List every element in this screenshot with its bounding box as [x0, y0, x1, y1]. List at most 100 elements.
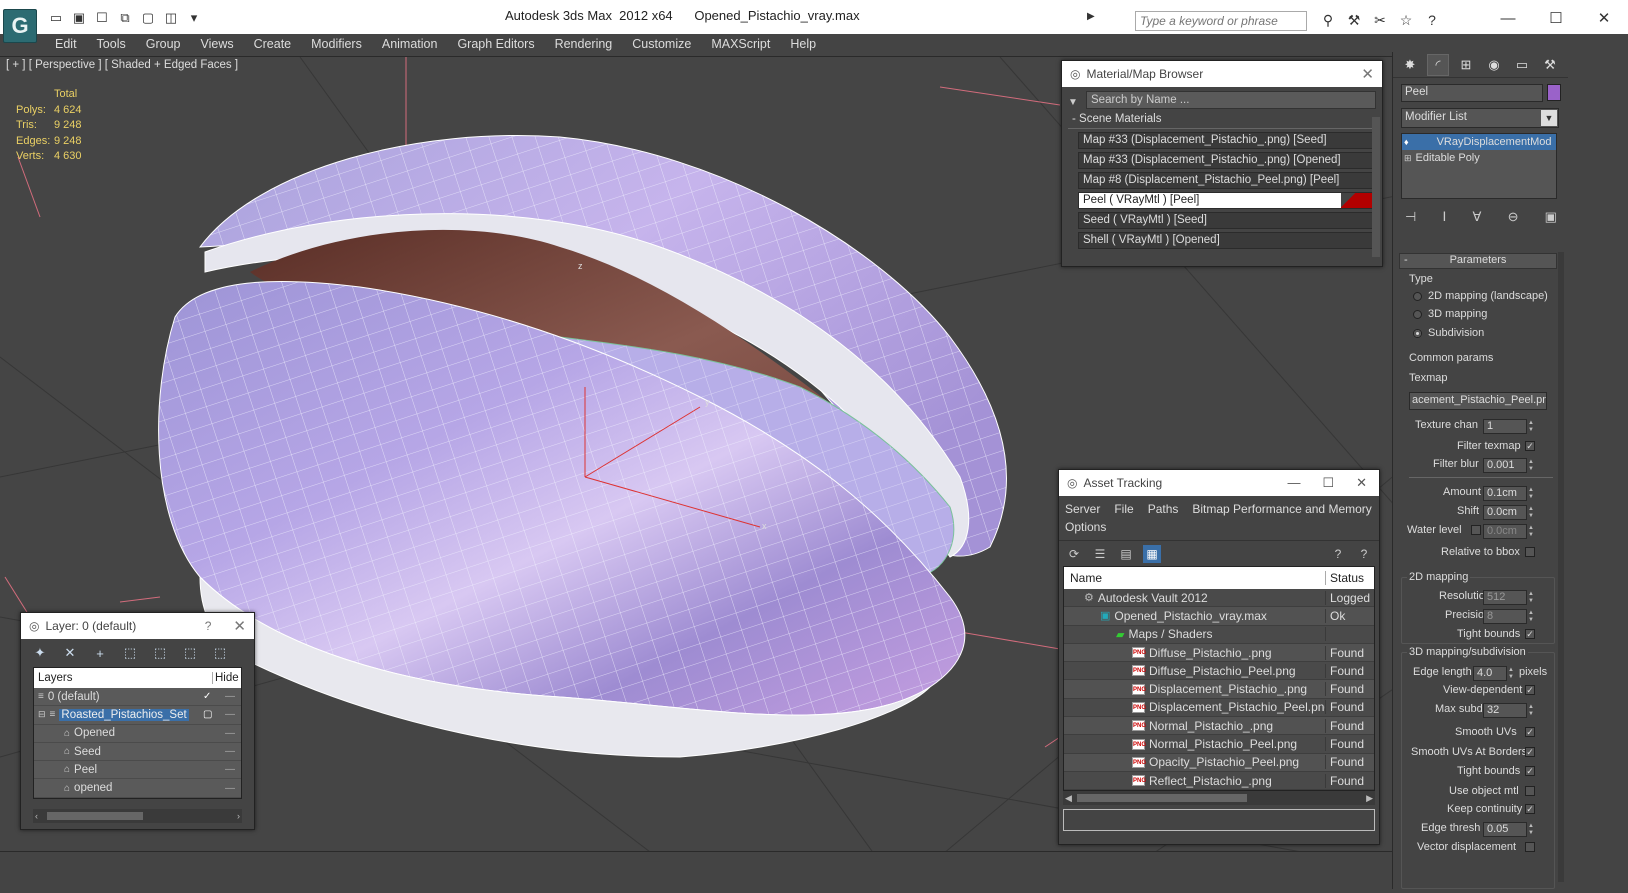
modify-tab-icon[interactable]: ◜	[1427, 53, 1449, 76]
options-dropdown-icon[interactable]: ▼	[1068, 97, 1078, 108]
radio-3d-mapping[interactable]: 3D mapping	[1413, 308, 1487, 320]
material-scrollbar[interactable]	[1372, 117, 1380, 257]
favorites-icon[interactable]: ☆	[1396, 10, 1416, 30]
freeze-all-icon[interactable]: ⬚	[211, 644, 229, 662]
vector-displacement-checkbox[interactable]	[1525, 842, 1535, 852]
material-item[interactable]: Map #33 (Displacement_Pistachio_.png) [O…	[1078, 152, 1374, 169]
material-search-input[interactable]: Search by Name ...	[1086, 91, 1376, 109]
asset-row[interactable]: PNG Displacement_Pistachio_Peel.png Found	[1064, 699, 1374, 718]
asset-row[interactable]: ▰ Maps / Shaders	[1064, 626, 1374, 644]
table-view-icon[interactable]: ▦	[1143, 544, 1161, 563]
undo-icon[interactable]: ◫	[161, 9, 181, 27]
stack-item-editable-poly[interactable]: ⊞ Editable Poly	[1402, 150, 1556, 166]
layer-row[interactable]: ⌂ Opened —	[34, 724, 241, 743]
object-color-swatch[interactable]	[1547, 84, 1561, 101]
dropdown-icon[interactable]: ▾	[184, 9, 204, 27]
hide-toggle[interactable]: —	[225, 691, 235, 702]
water-level-checkbox[interactable]	[1471, 525, 1481, 535]
menu-help[interactable]: Help	[783, 34, 829, 56]
list-view-icon[interactable]: ☰	[1091, 545, 1109, 563]
close-icon[interactable]: ✕	[233, 617, 246, 635]
modifier-list-dropdown[interactable]: Modifier List ▼	[1401, 108, 1559, 128]
column-name[interactable]: Name	[1064, 571, 1326, 585]
texture-chan-spinner[interactable]: 1	[1483, 419, 1536, 434]
radio-subdivision[interactable]: Subdivision	[1413, 327, 1484, 339]
material-item[interactable]: Map #8 (Displacement_Pistachio_Peel.png)…	[1078, 172, 1374, 189]
object-name-field[interactable]: Peel	[1401, 84, 1543, 102]
scroll-left-icon[interactable]: ‹	[35, 811, 38, 821]
smooth-uvs-borders-checkbox[interactable]: ✓	[1525, 747, 1535, 757]
asset-row[interactable]: PNG Reflect_Pistachio_.png Found	[1064, 772, 1374, 791]
maximize-button[interactable]: ☐	[1532, 5, 1580, 31]
thumbnail-view-icon[interactable]: ▤	[1117, 545, 1135, 563]
relative-bbox-checkbox[interactable]	[1525, 547, 1535, 557]
menu-edit[interactable]: Edit	[48, 34, 90, 56]
radio-2d-mapping[interactable]: 2D mapping (landscape)	[1413, 290, 1548, 302]
minimize-button[interactable]: —	[1484, 5, 1532, 31]
column-status[interactable]: Status	[1326, 571, 1374, 585]
lightbulb-icon[interactable]: ♦	[1404, 137, 1409, 147]
menu-views[interactable]: Views	[193, 34, 246, 56]
save-icon[interactable]: ▣	[69, 9, 89, 27]
menu-group[interactable]: Group	[139, 34, 194, 56]
viewport-label[interactable]: [ + ] [ Perspective ] [ Shaded + Edged F…	[6, 59, 238, 71]
add-to-layer-icon[interactable]: +	[91, 644, 109, 662]
tight-bounds-3d-checkbox[interactable]: ✓	[1525, 766, 1535, 776]
scroll-right-icon[interactable]: ›	[237, 811, 240, 821]
keep-continuity-checkbox[interactable]: ✓	[1525, 804, 1535, 814]
smooth-uvs-checkbox[interactable]: ✓	[1525, 727, 1535, 737]
collapse-icon[interactable]: ⊟	[38, 709, 46, 720]
hierarchy-tab-icon[interactable]: ⊞	[1455, 54, 1477, 76]
search-expand-icon[interactable]: ▶	[1087, 11, 1095, 22]
command-panel-scrollbar[interactable]	[1558, 252, 1564, 882]
scroll-right-icon[interactable]: ▶	[1366, 793, 1373, 804]
motion-tab-icon[interactable]: ◉	[1483, 54, 1505, 76]
highlight-layer-icon[interactable]: ⬚	[151, 644, 169, 662]
create-layer-icon[interactable]: ✦	[31, 644, 49, 662]
show-end-result-icon[interactable]: Ⅰ	[1443, 209, 1447, 225]
asset-row[interactable]: ⚙ Autodesk Vault 2012 Logged	[1064, 589, 1374, 608]
asset-menu-paths[interactable]: Paths	[1148, 500, 1179, 518]
make-unique-icon[interactable]: ∀	[1473, 209, 1482, 225]
stack-item-vraydisplacement[interactable]: ♦ VRayDisplacementMod	[1402, 134, 1556, 150]
subscription-icon[interactable]: ✂	[1370, 10, 1390, 30]
maximize-icon[interactable]: ☐	[1322, 475, 1334, 491]
hold-icon[interactable]: ⧉	[115, 9, 135, 27]
close-button[interactable]: ✕	[1580, 5, 1628, 31]
water-level-spinner[interactable]: 0.0cm	[1483, 524, 1536, 539]
amount-spinner[interactable]: 0.1cm	[1483, 486, 1536, 501]
remove-modifier-icon[interactable]: ⊖	[1508, 209, 1519, 225]
help-icon[interactable]: ?	[1422, 10, 1442, 30]
delete-layer-icon[interactable]: ✕	[61, 644, 79, 662]
asset-menu-server[interactable]: Server	[1065, 500, 1100, 518]
asset-path-field[interactable]	[1063, 809, 1375, 832]
hide-toggle[interactable]: —	[225, 728, 235, 739]
layer-row[interactable]: ⌂ Peel —	[34, 761, 241, 780]
view-dependent-checkbox[interactable]: ✓	[1525, 685, 1535, 695]
utilities-tab-icon[interactable]: ⚒	[1539, 54, 1561, 76]
asset-row[interactable]: PNG Normal_Pistachio_Peel.png Found	[1064, 735, 1374, 754]
asset-horizontal-scrollbar[interactable]: ◀ ▶	[1063, 791, 1375, 806]
asset-tracking-titlebar[interactable]: ◎ Asset Tracking — ☐ ✕	[1059, 470, 1379, 496]
menu-create[interactable]: Create	[247, 34, 305, 56]
refresh-icon[interactable]: ⟳	[1065, 545, 1083, 563]
asset-row[interactable]: PNG Diffuse_Pistachio_.png Found	[1064, 643, 1374, 663]
square-icon[interactable]: ▢	[203, 709, 212, 720]
asset-menu-file[interactable]: File	[1114, 500, 1133, 518]
expand-icon[interactable]: ⊞	[1404, 153, 1412, 164]
create-tab-icon[interactable]: ✸	[1399, 54, 1421, 76]
asset-row[interactable]: PNG Diffuse_Pistachio_Peel.png Found	[1064, 662, 1374, 681]
menu-graph-editors[interactable]: Graph Editors	[450, 34, 547, 56]
asset-row[interactable]: PNG Normal_Pistachio_.png Found	[1064, 717, 1374, 736]
hide-toggle[interactable]: —	[225, 746, 235, 757]
precision-spinner[interactable]: 8	[1483, 609, 1536, 624]
display-tab-icon[interactable]: ▭	[1511, 54, 1533, 76]
scroll-left-icon[interactable]: ◀	[1065, 793, 1072, 804]
configure-sets-icon[interactable]: ▣	[1545, 209, 1557, 225]
hide-toggle[interactable]: —	[225, 764, 235, 775]
menu-customize[interactable]: Customize	[625, 34, 704, 56]
layer-row[interactable]: ⌂ Seed —	[34, 742, 241, 762]
asset-menu-options[interactable]: Options	[1065, 518, 1106, 536]
check-icon[interactable]: ✓	[203, 691, 211, 702]
material-browser-titlebar[interactable]: ◎ Material/Map Browser ✕	[1062, 61, 1382, 87]
